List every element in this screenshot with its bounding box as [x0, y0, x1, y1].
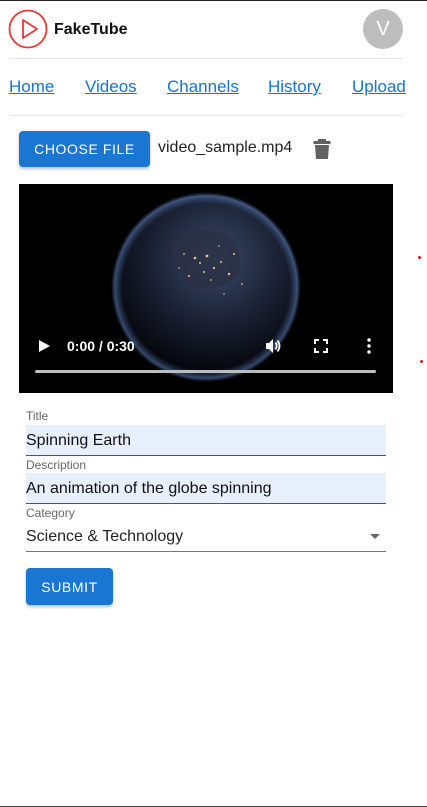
fullscreen-icon[interactable]: [314, 339, 328, 353]
title-field[interactable]: Spinning Earth: [26, 425, 386, 456]
red-dot-marker: [420, 360, 423, 363]
category-select[interactable]: Science & Technology: [26, 521, 386, 552]
red-dot-marker: [418, 256, 421, 259]
submit-button[interactable]: SUBMIT: [26, 568, 113, 605]
app-header: FakeTube V: [0, 1, 427, 58]
nav-link-videos[interactable]: Videos: [85, 77, 137, 97]
description-field[interactable]: An animation of the globe spinning: [26, 473, 386, 504]
nav-link-history[interactable]: History: [268, 77, 321, 97]
header-divider: [9, 58, 403, 59]
trash-icon[interactable]: [313, 138, 331, 160]
description-label: Description: [26, 458, 87, 472]
dropdown-caret-icon: [370, 534, 380, 539]
earth-video-frame: [19, 184, 393, 393]
selected-file-name: video_sample.mp4: [158, 139, 293, 156]
nav-divider: [9, 115, 403, 116]
title-label: Title: [26, 409, 49, 423]
video-time: 0:00 / 0:30: [67, 338, 135, 354]
category-value: Science & Technology: [26, 528, 184, 545]
category-label: Category: [26, 506, 75, 520]
video-player[interactable]: 0:00 / 0:30: [19, 184, 393, 393]
app-brand: FakeTube: [54, 21, 128, 38]
avatar[interactable]: V: [363, 9, 403, 49]
play-logo-icon[interactable]: [8, 9, 48, 49]
nav-link-home[interactable]: Home: [9, 77, 54, 97]
play-icon[interactable]: [37, 339, 51, 353]
choose-file-button[interactable]: CHOOSE FILE: [19, 131, 150, 167]
video-progress-bar[interactable]: [35, 370, 376, 373]
volume-icon[interactable]: [264, 337, 282, 355]
nav-link-upload[interactable]: Upload: [352, 77, 406, 97]
more-options-icon[interactable]: [366, 338, 372, 354]
nav-link-channels[interactable]: Channels: [167, 77, 239, 97]
